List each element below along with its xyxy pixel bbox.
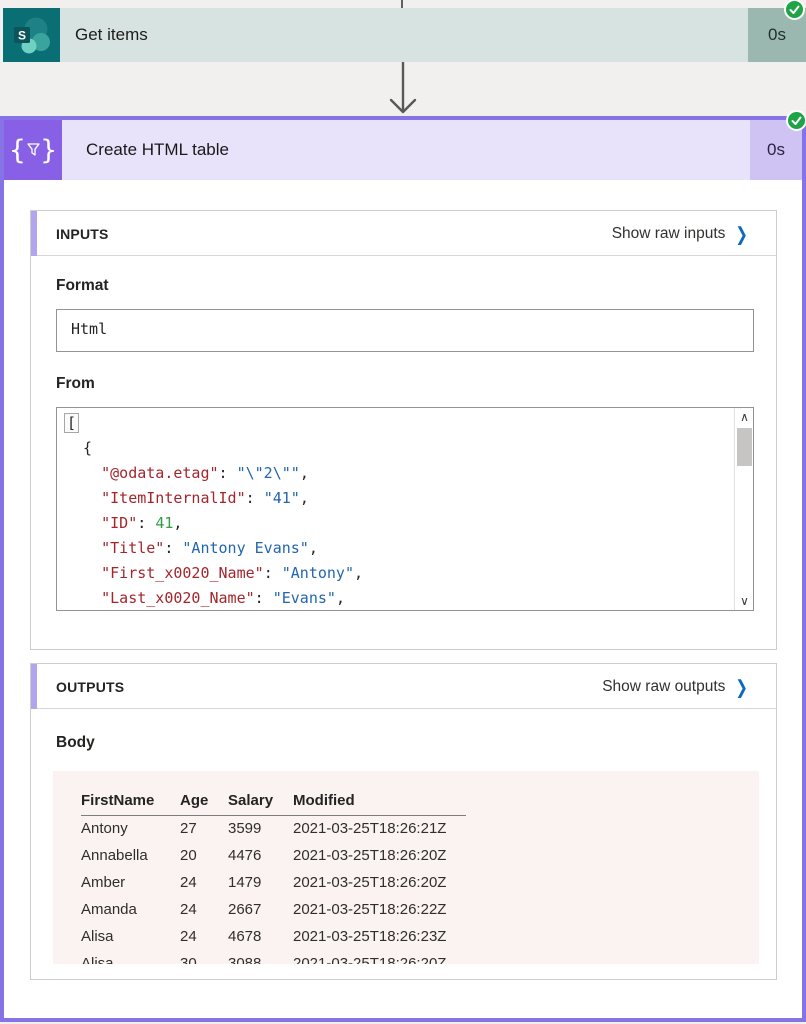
table-cell: 1479: [228, 869, 293, 896]
table-header-row: FirstNameAgeSalaryModified: [81, 787, 466, 815]
code-line: [: [65, 411, 730, 436]
table-header-cell: Modified: [293, 787, 466, 815]
format-label: Format: [56, 277, 109, 295]
outputs-accent-bar: [31, 664, 37, 709]
data-operations-icon: {}: [4, 120, 62, 180]
table-header-cell: Age: [180, 787, 228, 815]
flow-run-canvas: S Get items 0s {} Create HTML table 0s: [0, 0, 806, 1024]
format-value-field[interactable]: Html: [56, 309, 754, 352]
outputs-section-header: OUTPUTS Show raw outputs ❯: [31, 664, 776, 709]
table-cell: 20: [180, 842, 228, 869]
table-row: Antony2735992021-03-25T18:26:21Z: [81, 815, 466, 842]
table-cell: 3599: [228, 815, 293, 842]
table-cell: 2021-03-25T18:26:21Z: [293, 815, 466, 842]
table-cell: 2021-03-25T18:26:23Z: [293, 923, 466, 950]
body-output-block: FirstNameAgeSalaryModified Antony2735992…: [53, 771, 759, 964]
show-raw-outputs-link[interactable]: Show raw outputs ❯: [602, 664, 748, 709]
code-line: "Last_x0020_Name": "Evans",: [65, 586, 730, 610]
table-header-cell: FirstName: [81, 787, 180, 815]
table-cell: 24: [180, 869, 228, 896]
table-cell: Alisa: [81, 923, 180, 950]
table-cell: Annabella: [81, 842, 180, 869]
code-line: "@odata.etag": "\"2\"",: [65, 461, 730, 486]
output-table: FirstNameAgeSalaryModified Antony2735992…: [81, 787, 466, 964]
from-code-viewer[interactable]: [ { "@odata.etag": "\"2\"", "ItemInterna…: [56, 407, 754, 611]
connector-line-top: [401, 0, 403, 8]
table-row: Amanda2426672021-03-25T18:26:22Z: [81, 896, 466, 923]
table-row: Annabella2044762021-03-25T18:26:20Z: [81, 842, 466, 869]
get-items-duration: 0s: [768, 25, 786, 45]
body-label: Body: [56, 734, 95, 752]
create-html-table-title: Create HTML table: [86, 120, 229, 180]
svg-text:S: S: [17, 29, 25, 43]
table-cell: 2021-03-25T18:26:20Z: [293, 950, 466, 964]
sharepoint-icon: S: [3, 8, 60, 62]
table-cell: Antony: [81, 815, 180, 842]
table-cell: 3088: [228, 950, 293, 964]
action-create-html-table: {} Create HTML table 0s INPUTS Show raw …: [0, 116, 806, 1022]
from-label: From: [56, 375, 95, 393]
table-cell: 2021-03-25T18:26:20Z: [293, 869, 466, 896]
outputs-heading: OUTPUTS: [56, 664, 124, 709]
scroll-down-icon[interactable]: ∨: [735, 592, 754, 610]
action-get-items[interactable]: S Get items 0s: [0, 8, 806, 62]
code-line: "Title": "Antony Evans",: [65, 536, 730, 561]
show-raw-outputs-label: Show raw outputs: [602, 678, 725, 696]
table-row: Alisa2446782021-03-25T18:26:23Z: [81, 923, 466, 950]
table-row: Alisa3030882021-03-25T18:26:20Z: [81, 950, 466, 964]
inputs-section-header: INPUTS Show raw inputs ❯: [31, 211, 776, 256]
inputs-heading: INPUTS: [56, 211, 109, 256]
table-cell: 4476: [228, 842, 293, 869]
scrollbar[interactable]: ∧ ∨: [734, 408, 753, 610]
chevron-right-icon: ❯: [735, 222, 748, 245]
checkmark-success-icon: [784, 0, 805, 20]
table-cell: 2021-03-25T18:26:20Z: [293, 842, 466, 869]
code-line: "ItemInternalId": "41",: [65, 486, 730, 511]
show-raw-inputs-link[interactable]: Show raw inputs ❯: [612, 211, 748, 256]
get-items-header[interactable]: [60, 8, 748, 62]
code-line: "First_x0020_Name": "Antony",: [65, 561, 730, 586]
table-cell: 24: [180, 923, 228, 950]
table-cell: 4678: [228, 923, 293, 950]
table-cell: 2021-03-25T18:26:22Z: [293, 896, 466, 923]
create-html-table-duration: 0s: [767, 140, 785, 160]
checkmark-success-icon: [786, 110, 806, 131]
table-cell: 24: [180, 896, 228, 923]
code-line: {: [65, 436, 730, 461]
show-raw-inputs-label: Show raw inputs: [612, 225, 726, 243]
inputs-section: INPUTS Show raw inputs ❯ Format Html Fro…: [30, 210, 777, 650]
table-cell: 27: [180, 815, 228, 842]
table-cell: 30: [180, 950, 228, 964]
output-table-body: Antony2735992021-03-25T18:26:21ZAnnabell…: [81, 815, 466, 964]
from-code-content: [ { "@odata.etag": "\"2\"", "ItemInterna…: [57, 408, 734, 610]
inputs-accent-bar: [31, 211, 37, 256]
outputs-section: OUTPUTS Show raw outputs ❯ Body FirstNam…: [30, 663, 777, 980]
scrollbar-thumb[interactable]: [737, 428, 752, 466]
output-table-head: FirstNameAgeSalaryModified: [81, 787, 466, 815]
code-line: "ID": 41,: [65, 511, 730, 536]
table-header-cell: Salary: [228, 787, 293, 815]
table-cell: Amanda: [81, 896, 180, 923]
scroll-up-icon[interactable]: ∧: [735, 408, 754, 426]
table-cell: 2667: [228, 896, 293, 923]
table-cell: Amber: [81, 869, 180, 896]
get-items-title: Get items: [75, 8, 148, 62]
create-html-table-header[interactable]: {} Create HTML table 0s: [4, 120, 802, 180]
table-cell: Alisa: [81, 950, 180, 964]
chevron-right-icon: ❯: [735, 675, 748, 698]
arrow-down-icon: [387, 62, 419, 118]
table-row: Amber2414792021-03-25T18:26:20Z: [81, 869, 466, 896]
